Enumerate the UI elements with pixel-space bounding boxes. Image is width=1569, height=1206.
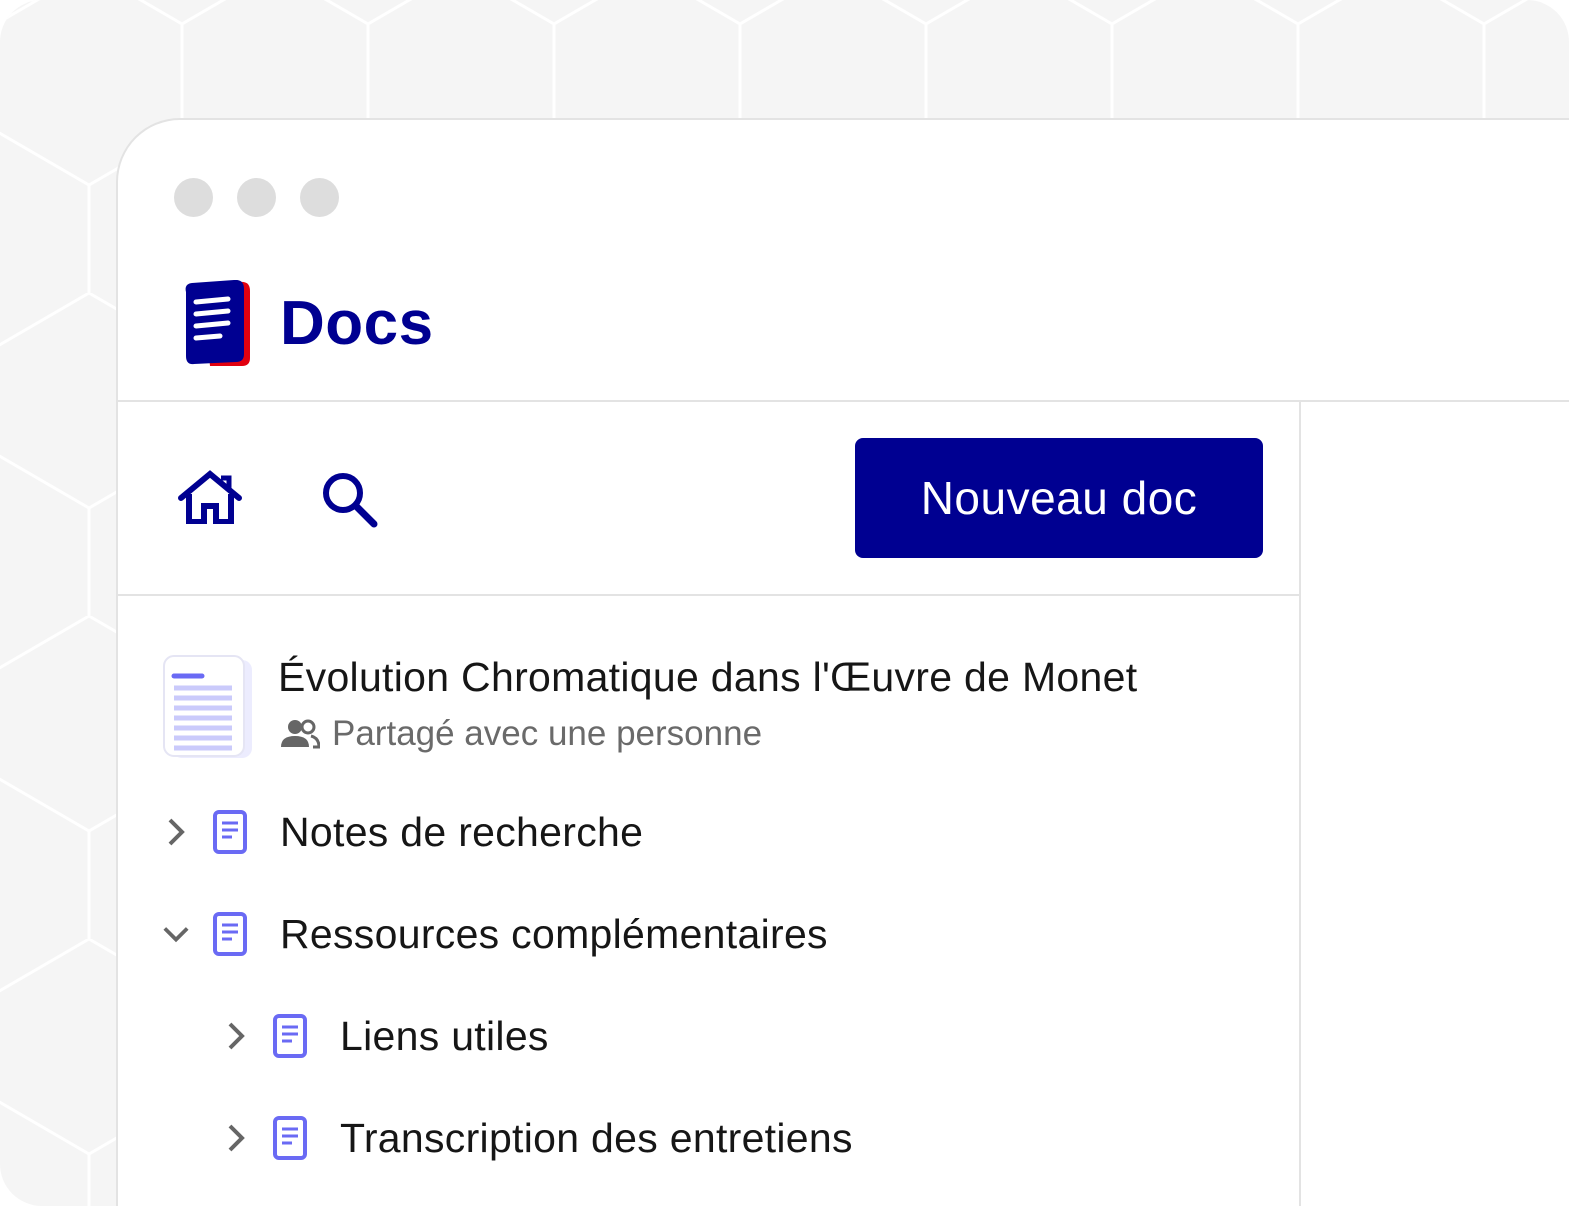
app-name: Docs — [280, 289, 434, 358]
docs-logo-icon — [185, 280, 250, 366]
page-icon — [213, 810, 247, 854]
current-document[interactable]: Évolution Chromatique dans l'Œuvre de Mo… — [162, 650, 1282, 762]
new-doc-button[interactable]: Nouveau doc — [855, 438, 1263, 558]
maximize-dot[interactable] — [300, 178, 339, 217]
minimize-dot[interactable] — [237, 178, 276, 217]
page-icon — [273, 1116, 307, 1160]
people-icon — [281, 719, 320, 749]
app-window: Docs Nouveau doc Évolution Chromatique d… — [116, 118, 1569, 1206]
tree-item-label: Liens utiles — [340, 1012, 549, 1059]
close-dot[interactable] — [174, 178, 213, 217]
brand[interactable]: Docs — [180, 280, 434, 368]
chevron-right-icon[interactable] — [222, 1118, 250, 1158]
document-thumbnail-icon — [163, 655, 252, 758]
window-controls — [174, 178, 339, 217]
toolbar-divider — [118, 594, 1299, 596]
home-button[interactable] — [174, 466, 246, 528]
chevron-down-icon[interactable] — [162, 914, 190, 954]
search-button[interactable] — [314, 466, 384, 532]
sidebar-divider — [1299, 402, 1301, 1206]
home-icon — [178, 470, 242, 524]
tree-item-transcription-des-entretiens[interactable]: Transcription des entretiens — [222, 1108, 853, 1168]
chevron-right-icon[interactable] — [222, 1016, 250, 1056]
tree-item-label: Notes de recherche — [280, 808, 644, 855]
tree-item-liens-utiles[interactable]: Liens utiles — [222, 1006, 549, 1066]
page-icon — [213, 912, 247, 956]
tree-item-ressources-complementaires[interactable]: Ressources complémentaires — [162, 904, 828, 964]
page-icon — [273, 1014, 307, 1058]
search-icon — [323, 473, 378, 528]
tree-item-label: Transcription des entretiens — [340, 1114, 853, 1161]
tree-item-notes-de-recherche[interactable]: Notes de recherche — [162, 802, 643, 862]
share-status-text: Partagé avec une personne — [332, 714, 763, 753]
header-divider — [118, 400, 1569, 402]
document-title: Évolution Chromatique dans l'Œuvre de Mo… — [278, 654, 1138, 700]
share-status: Partagé avec une personne — [280, 714, 762, 754]
chevron-right-icon[interactable] — [162, 812, 190, 852]
tree-item-label: Ressources complémentaires — [280, 910, 828, 957]
